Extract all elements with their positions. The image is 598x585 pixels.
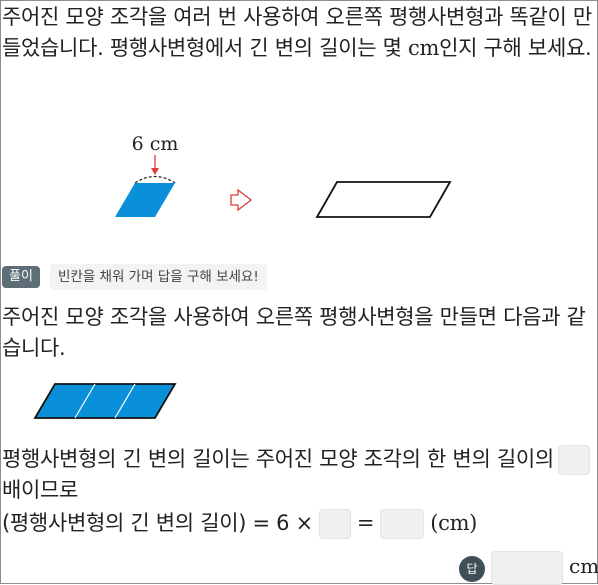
question-figure: 6 cm bbox=[115, 133, 253, 217]
target-parallelogram bbox=[315, 181, 452, 218]
measure-arrowhead bbox=[151, 168, 159, 175]
eq-left: (평행사변형의 긴 변의 길이) = 6 × bbox=[2, 511, 313, 535]
answer-unit: cm bbox=[569, 554, 598, 578]
blank-multiplier[interactable] bbox=[318, 509, 351, 539]
answer-badge: 답 bbox=[459, 556, 485, 582]
dashed-arc bbox=[134, 175, 176, 184]
solution-line1: 평행사변형의 긴 변의 길이는 주어진 모양 조각의 한 변의 길이의배이므로 bbox=[2, 444, 594, 506]
answer-input[interactable] bbox=[491, 551, 563, 585]
solution-intro: 주어진 모양 조각을 사용하여 오른쪽 평행사변형을 만들면 다음과 같습니다. bbox=[2, 305, 586, 360]
measure-label: 6 cm bbox=[132, 133, 179, 155]
blank-result[interactable] bbox=[380, 509, 425, 539]
rhombus-piece bbox=[115, 183, 175, 217]
line1-part-b: 배이므로 bbox=[2, 478, 79, 502]
parallelogram-outline bbox=[315, 181, 452, 218]
question-unit: cm bbox=[408, 36, 440, 60]
solution-badge: 풀이 bbox=[2, 266, 40, 288]
question-text: 주어진 모양 조각을 여러 번 사용하여 오른쪽 평행사변형과 똑같이 만들었습… bbox=[2, 2, 594, 64]
tiled-fill bbox=[33, 383, 177, 419]
solution-equation: (평행사변형의 긴 변의 길이) = 6 × = (cm) bbox=[2, 508, 477, 539]
blank-times[interactable] bbox=[557, 445, 590, 475]
right-arrow-icon bbox=[230, 188, 253, 212]
eq-unit: (cm) bbox=[430, 511, 478, 535]
question-part2: 인지 구해 보세요. bbox=[439, 36, 592, 60]
line1-part-a: 평행사변형의 긴 변의 길이는 주어진 모양 조각의 한 변의 길이의 bbox=[2, 447, 554, 471]
tiled-parallelogram bbox=[33, 383, 177, 419]
eq-equals: = bbox=[356, 511, 375, 535]
hint-text: 빈칸을 채워 가며 답을 구해 보세요! bbox=[50, 264, 267, 290]
